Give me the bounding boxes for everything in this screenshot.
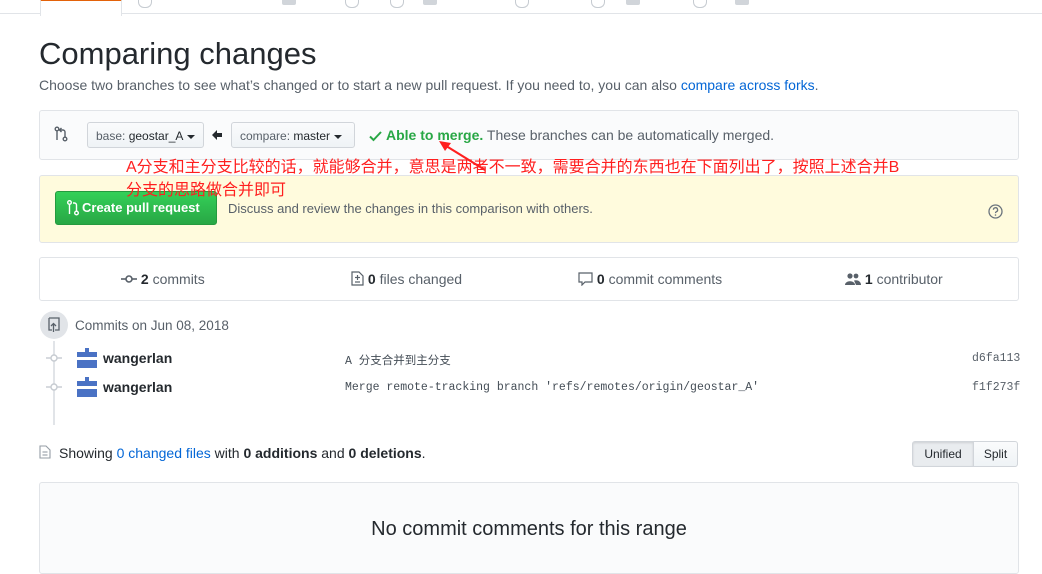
with-text: with xyxy=(214,445,240,461)
page-title: Comparing changes xyxy=(39,36,317,71)
compare-icon xyxy=(54,126,68,142)
deletions-count: 0 deletions xyxy=(348,445,422,461)
commit-sha[interactable]: f1f273f xyxy=(972,381,1020,394)
git-commit-icon xyxy=(46,354,62,362)
merge-status-note: These branches can be automatically merg… xyxy=(486,127,775,143)
commit-sha[interactable]: d6fa113 xyxy=(972,352,1020,365)
commit-author[interactable]: wangerlan xyxy=(103,350,172,366)
commits-count: 2 xyxy=(140,271,149,287)
annotation-line-2: 分支的思路做合并即可 xyxy=(126,182,287,199)
git-commit-icon xyxy=(121,275,137,283)
create-pull-request-label: Create pull request xyxy=(82,200,200,215)
contributors-label: contributor xyxy=(876,271,943,287)
stat-commits[interactable]: 2 commits xyxy=(121,271,205,287)
stat-contributors[interactable]: 1 contributor xyxy=(845,271,943,287)
commits-label: commits xyxy=(152,271,205,287)
base-value: geostar_A xyxy=(128,129,184,143)
showing-text: Showing xyxy=(59,445,113,461)
commits-group-label: Commits on Jun 08, 2018 xyxy=(75,318,229,333)
contributors-count: 1 xyxy=(864,271,873,287)
files-label: files changed xyxy=(379,271,463,287)
git-pull-request-icon xyxy=(67,200,79,216)
git-commit-icon xyxy=(46,383,62,391)
avatar[interactable] xyxy=(77,377,97,397)
unified-toggle-button[interactable]: Unified xyxy=(912,441,974,467)
base-prefix: base: xyxy=(96,129,126,143)
question-icon[interactable] xyxy=(988,204,1003,219)
subtitle-end: . xyxy=(814,77,819,93)
compare-branch-select[interactable]: compare: master xyxy=(231,122,355,148)
compare-prefix: compare: xyxy=(240,129,291,143)
tab-code[interactable] xyxy=(40,0,122,16)
comments-label: commit comments xyxy=(608,271,723,287)
commit-author[interactable]: wangerlan xyxy=(103,379,172,395)
tab-graphs[interactable] xyxy=(626,0,640,5)
commit-message[interactable]: A 分支合并到主分支 xyxy=(345,352,451,368)
compare-across-forks-link[interactable]: compare across forks xyxy=(681,77,815,93)
pr-description: Discuss and review the changes in this c… xyxy=(228,201,593,216)
compare-value: master xyxy=(293,129,331,143)
comments-count: 0 xyxy=(596,271,605,287)
tab-pull-requests[interactable] xyxy=(282,0,296,5)
end-text: . xyxy=(421,445,426,461)
diff-summary: Showing 0 changed files with 0 additions… xyxy=(59,445,426,461)
changed-files-link[interactable]: 0 changed files xyxy=(117,445,211,461)
files-count: 0 xyxy=(367,271,376,287)
chevron-down-icon xyxy=(334,134,343,139)
additions-count: 0 additions xyxy=(243,445,318,461)
tab-wiki[interactable] xyxy=(423,0,437,5)
file-icon xyxy=(39,445,51,459)
subtitle-text: Choose two branches to see what’s change… xyxy=(39,77,681,93)
chevron-down-icon xyxy=(187,134,196,139)
repo-push-icon xyxy=(48,317,60,332)
check-icon xyxy=(369,131,382,142)
arrow-left-icon xyxy=(212,130,222,140)
avatar[interactable] xyxy=(77,348,97,368)
commit-message[interactable]: Merge remote-tracking branch 'refs/remot… xyxy=(345,381,759,394)
stat-files-changed[interactable]: 0 files changed xyxy=(351,271,462,287)
and-text: and xyxy=(321,445,345,461)
no-comments-message: No commit comments for this range xyxy=(371,518,687,540)
base-branch-select[interactable]: base: geostar_A xyxy=(87,122,204,148)
page-subtitle: Choose two branches to see what’s change… xyxy=(39,77,819,93)
annotation-line-1: A分支和主分支比较的话，就能够合并，意思是两者不一致，需要合并的东西也在下面列出… xyxy=(126,159,900,176)
split-toggle-button[interactable]: Split xyxy=(973,441,1018,467)
commits-group-badge xyxy=(40,311,68,339)
stat-commit-comments[interactable]: 0 commit comments xyxy=(578,271,722,287)
comment-icon xyxy=(578,272,593,287)
file-diff-icon xyxy=(351,271,364,286)
tab-settings[interactable] xyxy=(735,0,749,5)
people-icon xyxy=(845,273,861,285)
